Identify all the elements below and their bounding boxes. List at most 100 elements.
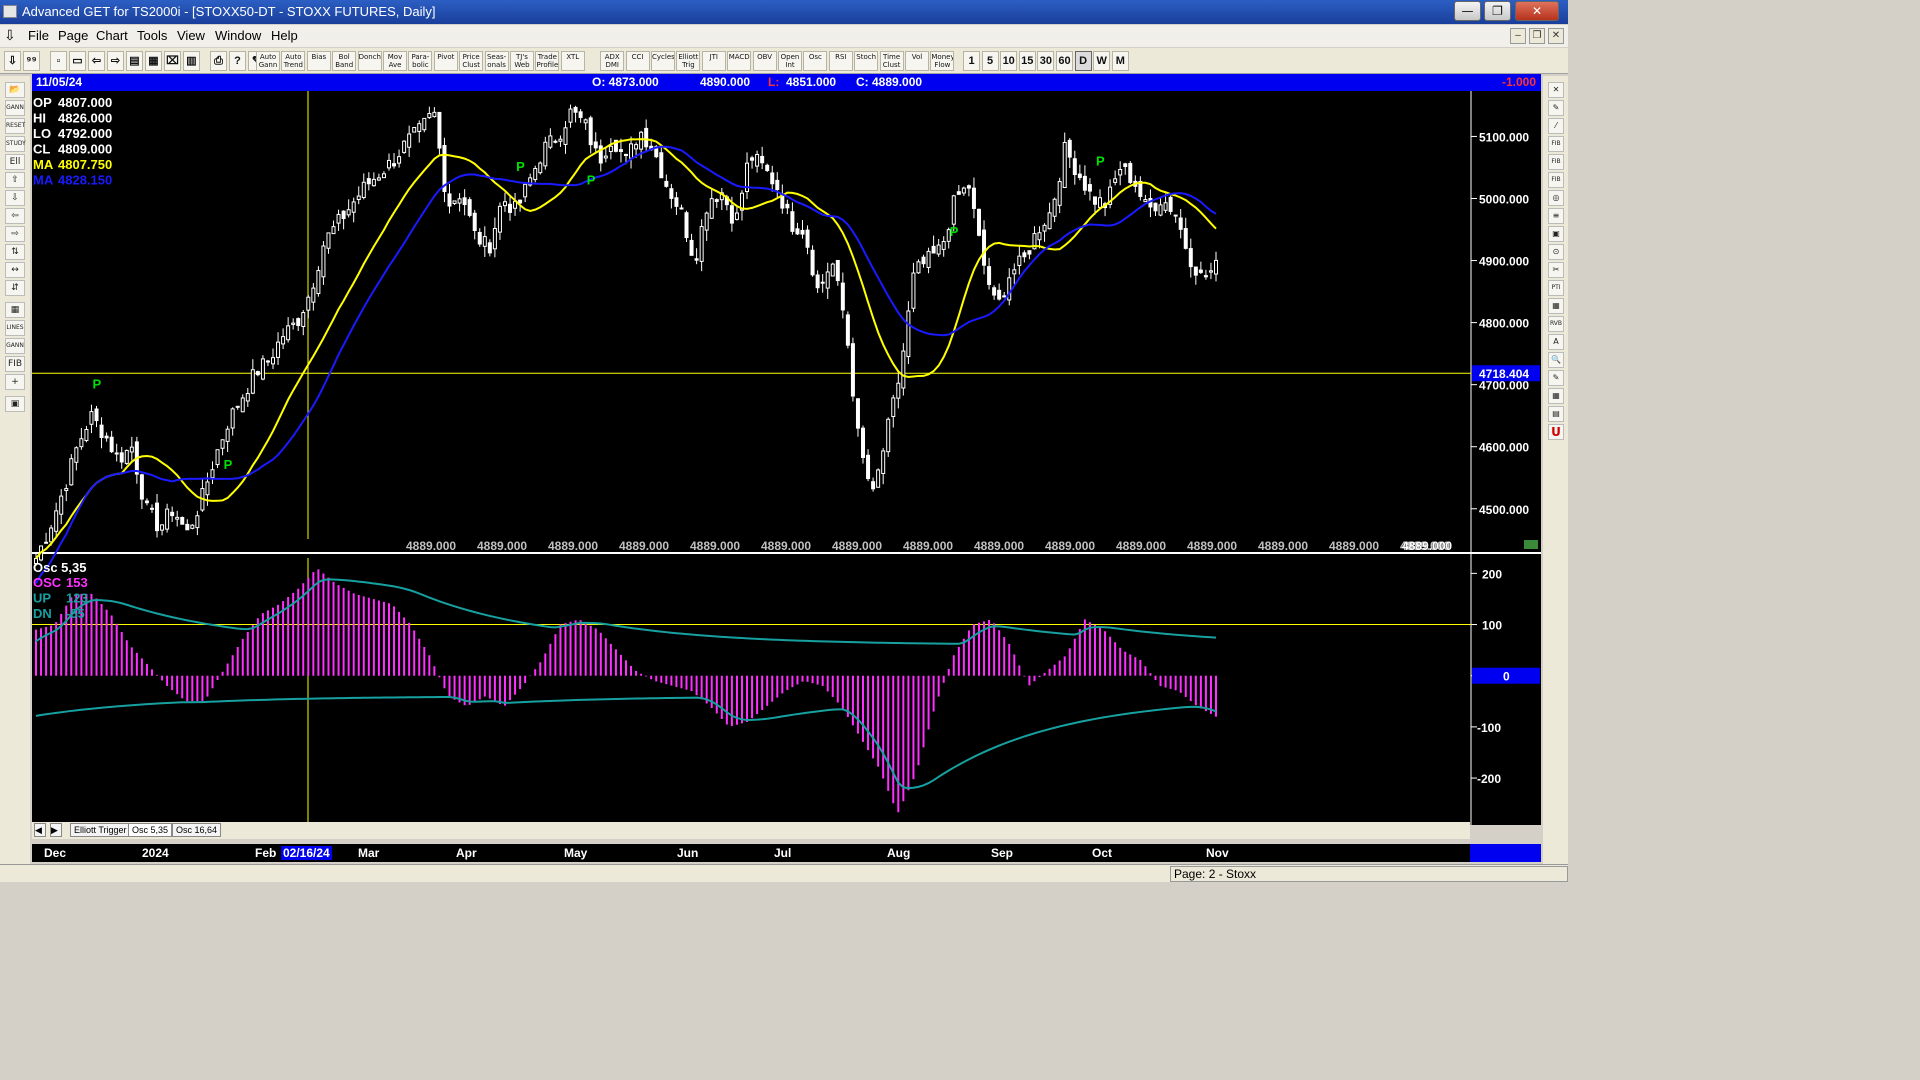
study-button-money-flow[interactable]: Money Flow xyxy=(930,51,955,71)
study-button-jti[interactable]: JTI xyxy=(701,51,726,71)
moving-average-fast[interactable] xyxy=(35,138,1217,560)
tool-icon[interactable]: ⇩ xyxy=(4,51,21,71)
left-tool-open-icon[interactable]: 📂 xyxy=(5,82,25,98)
study-button-macd[interactable]: MACD xyxy=(727,51,752,71)
date-axis-scroll[interactable] xyxy=(1470,844,1541,862)
right-tool-text-icon[interactable]: A xyxy=(1548,334,1564,350)
study-button-adx-dmi[interactable]: ADX DMI xyxy=(600,51,625,71)
left-tool-reset-icon[interactable]: RESET xyxy=(5,118,25,134)
mdi-restore-button[interactable]: ❐ xyxy=(1529,28,1545,44)
period-button-30[interactable]: 30 xyxy=(1037,51,1055,71)
right-tool-grid-icon[interactable]: ▦ xyxy=(1548,298,1564,314)
left-tool-gann-icon[interactable]: GANN xyxy=(5,100,25,116)
right-tool-fib-ext-icon[interactable]: FIB xyxy=(1548,154,1564,170)
left-tool-arrow-left-icon[interactable]: ⇦ xyxy=(5,208,25,224)
study-button-tj-s-web[interactable]: TJ's Web xyxy=(510,51,534,71)
period-button-60[interactable]: 60 xyxy=(1056,51,1073,71)
period-button-1[interactable]: 1 xyxy=(963,51,980,71)
help-icon[interactable]: ? xyxy=(229,51,246,71)
study-button-cycles[interactable]: Cycles xyxy=(651,51,675,71)
left-tool-arrow-up-icon[interactable]: ⇧ xyxy=(5,172,25,188)
maximize-button[interactable]: ❐ xyxy=(1484,1,1511,21)
menu-chart[interactable]: Chart xyxy=(96,28,128,43)
minimize-button[interactable]: — xyxy=(1454,1,1481,21)
layout-icon[interactable]: ▤ xyxy=(126,51,143,71)
right-tool-circle-icon[interactable]: ◎ xyxy=(1548,190,1564,206)
menu-view[interactable]: View xyxy=(177,28,205,43)
menu-file[interactable]: File xyxy=(28,28,49,43)
back-icon[interactable]: ⇦ xyxy=(88,51,105,71)
osc-upper-band[interactable] xyxy=(35,578,1217,645)
menu-tools[interactable]: Tools xyxy=(137,28,167,43)
right-tool-marker-icon[interactable]: ✎ xyxy=(1548,370,1564,386)
left-tool-study-icon[interactable]: STUDY xyxy=(5,136,26,152)
right-tool-rvb-icon[interactable]: RVB xyxy=(1548,316,1564,332)
tab-osc-16-64[interactable]: Osc 16,64 xyxy=(172,823,222,837)
delete-icon[interactable]: ⌧ xyxy=(164,51,181,71)
app-menu-icon[interactable]: ⇩ xyxy=(4,27,16,44)
study-button-bias[interactable]: Bias xyxy=(306,51,331,71)
study-button-donch[interactable]: Donch xyxy=(357,51,382,71)
left-tool-expand-horizontal-icon[interactable]: ↔ xyxy=(5,262,25,278)
left-tool-box-icon[interactable]: ▣ xyxy=(5,396,25,412)
menu-help[interactable]: Help xyxy=(271,28,298,43)
left-tool-grid-icon[interactable]: ▦ xyxy=(5,302,25,318)
osc-lower-band[interactable] xyxy=(35,696,1217,790)
study-button-price-clust[interactable]: Price Clust xyxy=(459,51,484,71)
study-button-rsi[interactable]: RSI xyxy=(828,51,853,71)
mdi-close-button[interactable]: ✕ xyxy=(1548,28,1564,44)
right-tool-line-icon[interactable]: ⁄ xyxy=(1548,118,1564,134)
study-button-elliott-trig[interactable]: Elliott Trig xyxy=(676,51,701,71)
right-tool-undo-icon[interactable]: U xyxy=(1548,424,1564,440)
left-tool-expand-vertical-icon[interactable]: ⇅ xyxy=(5,244,25,260)
mdi-minimize-button[interactable]: – xyxy=(1510,28,1526,44)
right-tool-zoom-icon[interactable]: 🔍 xyxy=(1548,352,1564,368)
study-button-mov-ave[interactable]: Mov Ave xyxy=(383,51,407,71)
study-button-trade-profile[interactable]: Trade Profile xyxy=(535,51,560,71)
period-button-m[interactable]: M xyxy=(1111,51,1129,71)
grid-icon[interactable]: ▦ xyxy=(145,51,162,71)
new-page-icon[interactable]: ▫ xyxy=(50,51,67,71)
left-tool-gann-fan-icon[interactable]: GANN xyxy=(5,338,25,354)
candles[interactable] xyxy=(34,104,1218,566)
study-button-vol[interactable]: Vol xyxy=(905,51,929,71)
right-tool-pencil-icon[interactable]: ✎ xyxy=(1548,100,1564,116)
window-icon[interactable]: ▥ xyxy=(183,51,200,71)
tab-scroll-left[interactable]: ◀ xyxy=(34,823,46,837)
study-button-obv[interactable]: OBV xyxy=(752,51,777,71)
left-tool-fib-icon[interactable]: FIB xyxy=(5,356,25,372)
menu-page[interactable]: Page xyxy=(58,28,88,43)
period-button-5[interactable]: 5 xyxy=(981,51,999,71)
right-tool-fib-ret-icon[interactable]: FIB xyxy=(1548,136,1564,152)
left-tool-lines-icon[interactable]: LINES xyxy=(5,320,25,336)
page-icon[interactable]: ▭ xyxy=(69,51,86,71)
study-button-osc[interactable]: Osc xyxy=(803,51,828,71)
forward-icon[interactable]: ⇨ xyxy=(107,51,124,71)
study-button-xtl[interactable]: XTL xyxy=(560,51,585,71)
right-tool-channel-icon[interactable]: ≡ xyxy=(1548,208,1564,224)
tab-osc-5-35[interactable]: Osc 5,35 xyxy=(128,823,173,837)
right-tool-cut-icon[interactable]: ✂ xyxy=(1548,262,1564,278)
panel-resize-icon[interactable] xyxy=(1524,540,1538,549)
study-button-open-int[interactable]: Open Int xyxy=(778,51,802,71)
study-button-auto-trend[interactable]: Auto Trend xyxy=(281,51,306,71)
menu-window[interactable]: Window xyxy=(215,28,261,43)
period-button-d[interactable]: D xyxy=(1074,51,1092,71)
left-tool-elliott-icon[interactable]: Ell xyxy=(5,154,25,170)
left-tool-arrow-right-icon[interactable]: ⇨ xyxy=(5,226,25,242)
right-tool-list-icon[interactable]: ▦ xyxy=(1548,388,1564,404)
period-button-15[interactable]: 15 xyxy=(1018,51,1036,71)
osc-bars[interactable] xyxy=(35,569,1217,813)
study-button-bol-band[interactable]: Bol Band xyxy=(332,51,357,71)
left-tool-arrow-down-icon[interactable]: ⇩ xyxy=(5,190,25,206)
study-button-cci[interactable]: CCI xyxy=(625,51,650,71)
period-button-10[interactable]: 10 xyxy=(1000,51,1018,71)
left-tool-compress-icon[interactable]: ⇵ xyxy=(5,280,25,296)
close-button[interactable]: ✕ xyxy=(1515,1,1559,21)
study-button-pivot[interactable]: Pivot xyxy=(433,51,458,71)
chart-area[interactable]: 4500.000 4600.000 4700.000 4800.000 4900.000… xyxy=(32,91,1541,825)
study-button-time-clust[interactable]: Time Clust xyxy=(879,51,904,71)
right-tool-delete-icon[interactable]: ✕ xyxy=(1548,82,1564,98)
quote-icon[interactable]: ⁹⁹ xyxy=(23,51,40,71)
period-button-w[interactable]: W xyxy=(1093,51,1111,71)
